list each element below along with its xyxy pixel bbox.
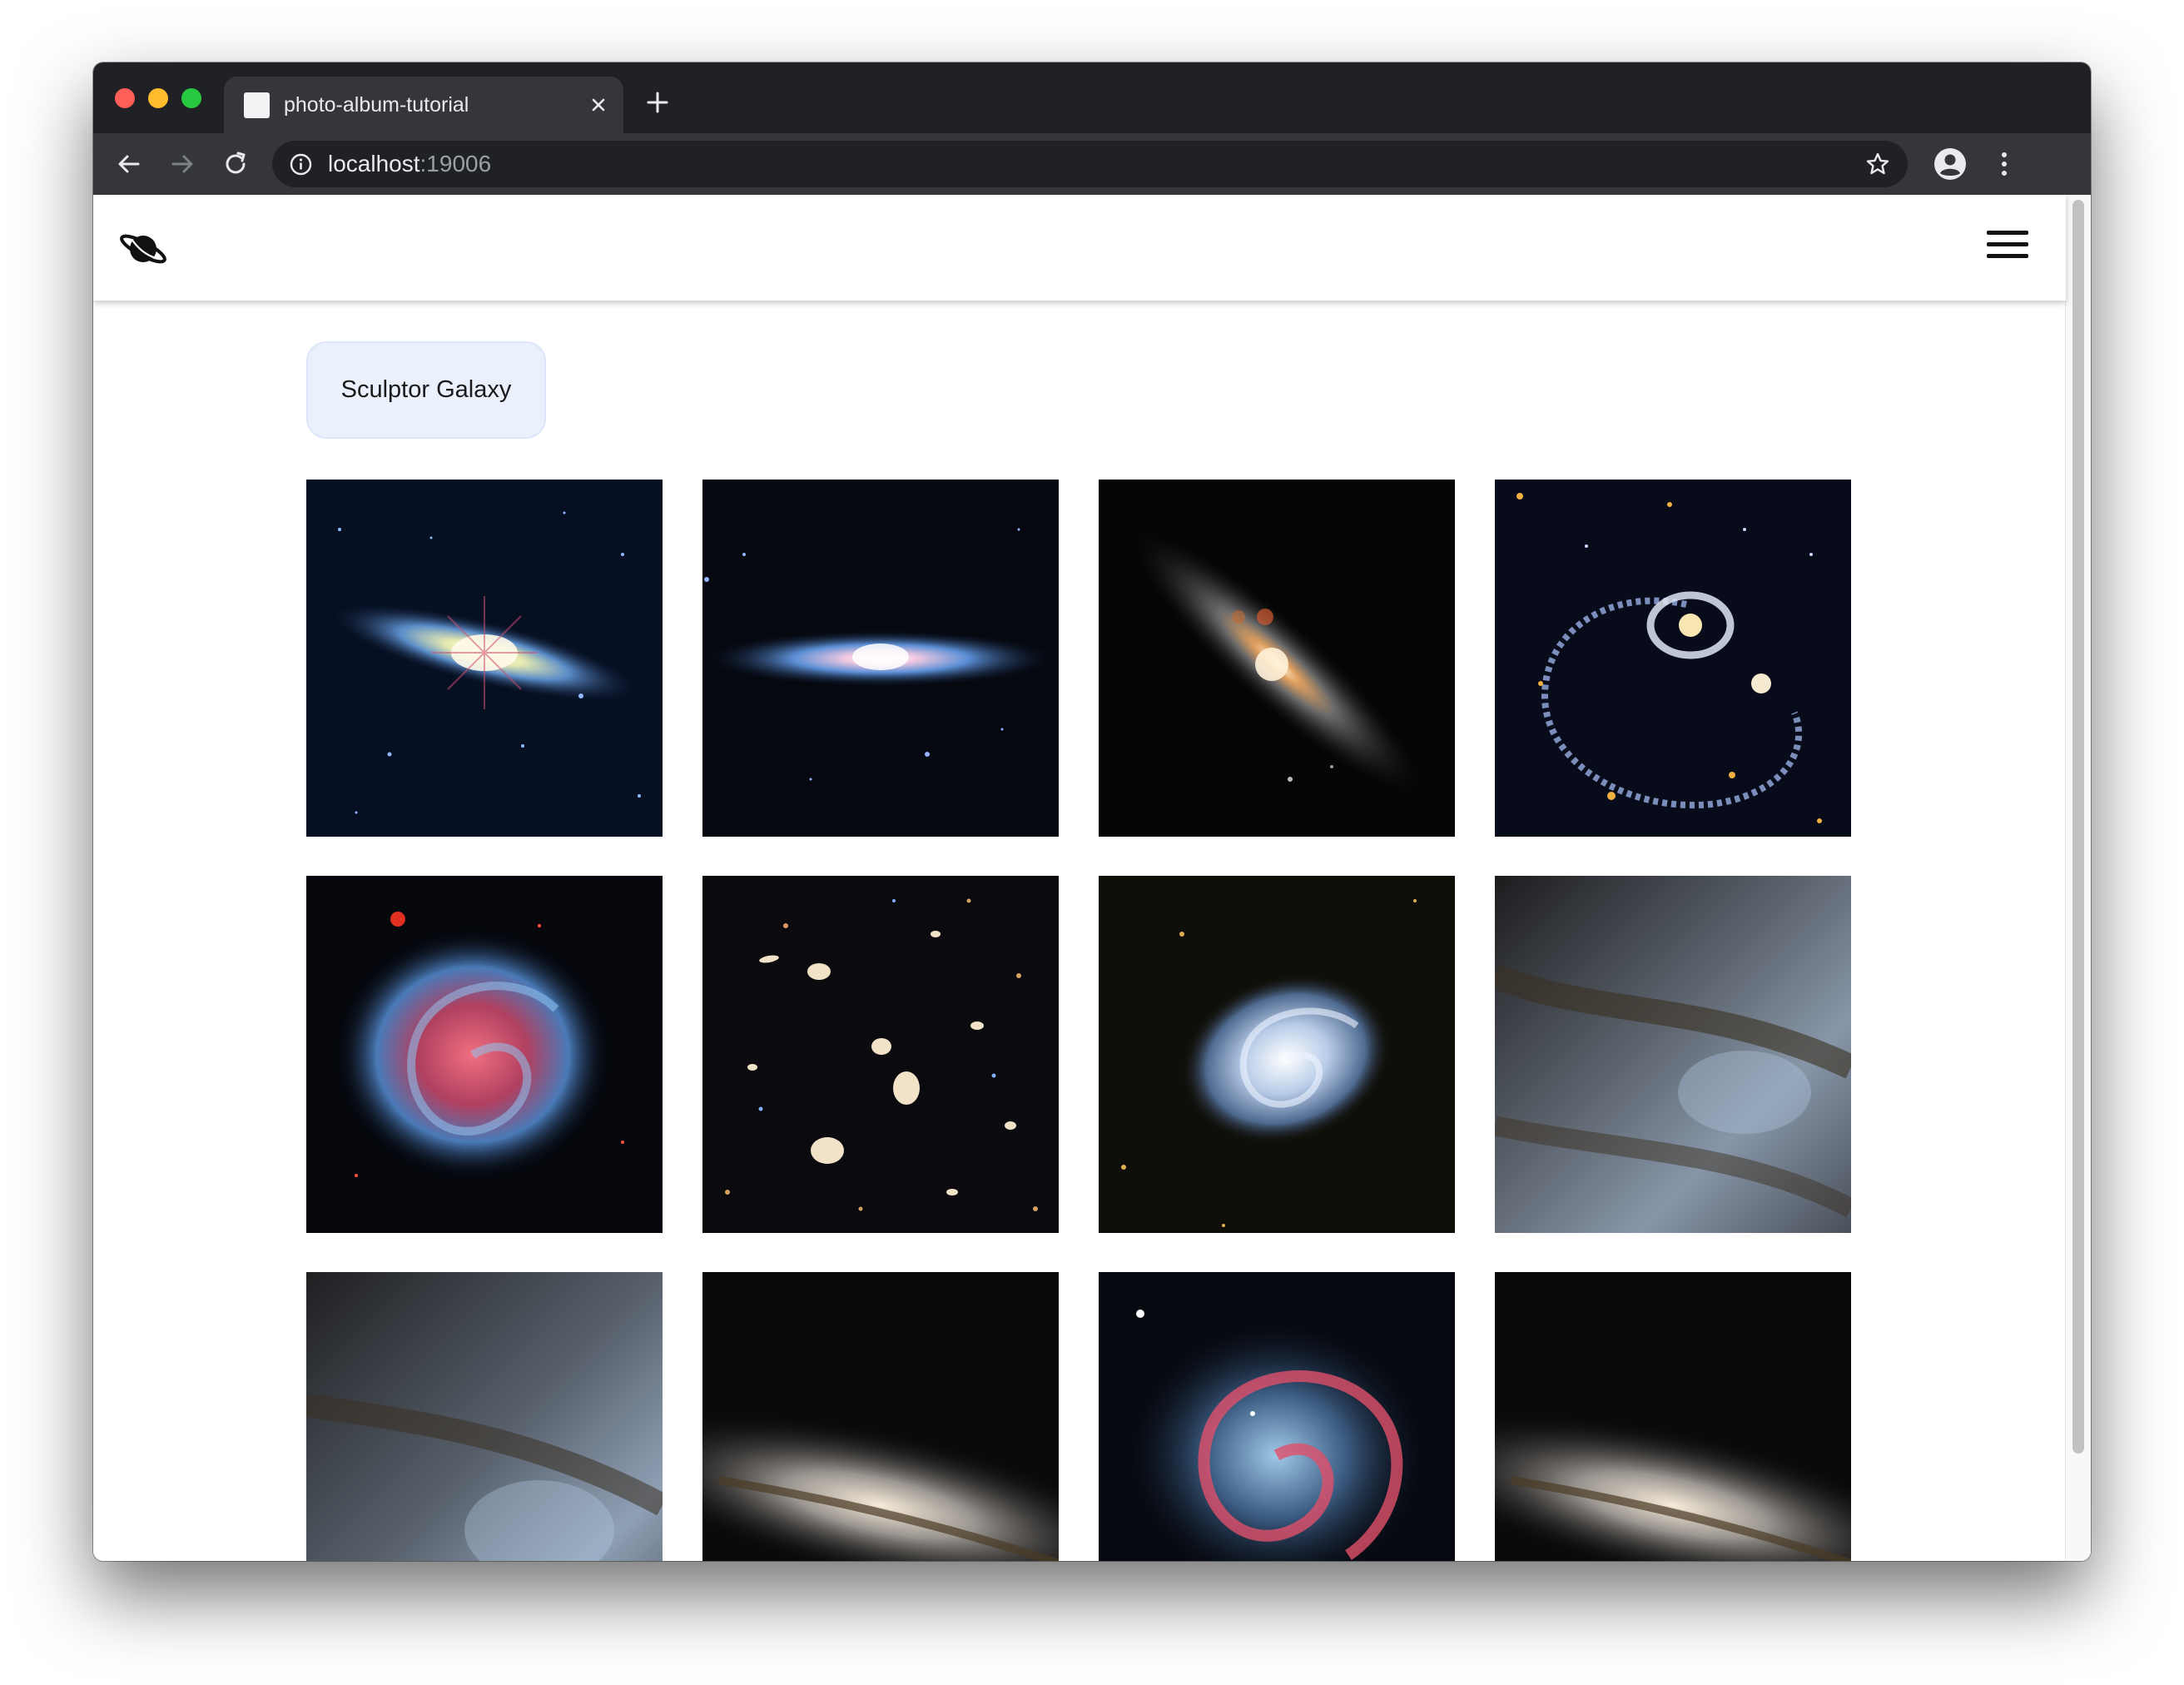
galaxy-image bbox=[306, 876, 663, 1233]
hamburger-menu-icon[interactable] bbox=[1987, 228, 2028, 261]
scrollbar[interactable] bbox=[2065, 195, 2091, 1561]
photo-thumbnail[interactable] bbox=[306, 1272, 663, 1561]
star-icon[interactable] bbox=[1864, 151, 1891, 177]
info-icon[interactable] bbox=[289, 152, 313, 176]
profile-icon[interactable] bbox=[1933, 147, 1968, 181]
galaxy-image bbox=[702, 876, 1059, 1233]
photo-thumbnail[interactable] bbox=[306, 876, 663, 1233]
photo-thumbnail[interactable] bbox=[1099, 480, 1455, 837]
close-window-button[interactable] bbox=[115, 88, 135, 108]
url-host: localhost bbox=[328, 151, 420, 176]
tab-title: photo-album-tutorial bbox=[284, 93, 469, 117]
galaxy-image bbox=[306, 480, 663, 837]
photo-thumbnail[interactable] bbox=[1099, 1272, 1455, 1561]
browser-toolbar: localhost:19006 bbox=[93, 133, 2091, 195]
galaxy-image bbox=[702, 1272, 1059, 1561]
galaxy-image bbox=[1099, 480, 1455, 837]
galaxy-image bbox=[1099, 876, 1455, 1233]
scrollbar-thumb[interactable] bbox=[2072, 200, 2084, 1454]
url-text: localhost:19006 bbox=[328, 151, 491, 177]
minimize-window-button[interactable] bbox=[148, 88, 168, 108]
galaxy-image bbox=[1099, 1272, 1455, 1561]
photo-thumbnail[interactable] bbox=[1099, 876, 1455, 1233]
more-vert-icon[interactable] bbox=[1988, 147, 2021, 181]
photo-thumbnail[interactable] bbox=[1495, 876, 1851, 1233]
album-title-chip[interactable]: Sculptor Galaxy bbox=[306, 341, 546, 439]
url-port: :19006 bbox=[419, 151, 492, 176]
galaxy-image bbox=[1495, 1272, 1851, 1561]
reload-icon[interactable] bbox=[220, 148, 251, 180]
galaxy-image bbox=[306, 1272, 663, 1561]
browser-tab[interactable]: photo-album-tutorial bbox=[224, 77, 623, 133]
galaxy-image bbox=[1495, 876, 1851, 1233]
photo-thumbnail[interactable] bbox=[702, 1272, 1059, 1561]
tab-strip: photo-album-tutorial bbox=[93, 62, 2091, 133]
favicon-icon bbox=[244, 92, 270, 118]
photo-thumbnail[interactable] bbox=[702, 876, 1059, 1233]
arrow-right-icon[interactable] bbox=[166, 148, 198, 180]
photo-thumbnail[interactable] bbox=[1495, 1272, 1851, 1561]
address-bar[interactable]: localhost:19006 bbox=[272, 141, 1908, 187]
galaxy-image bbox=[1495, 480, 1851, 837]
browser-window: photo-album-tutorial localhost:19006 Scu… bbox=[93, 62, 2091, 1561]
page-viewport[interactable]: Sculptor Galaxy bbox=[93, 195, 2091, 1561]
photo-thumbnail[interactable] bbox=[1495, 480, 1851, 837]
maximize-window-button[interactable] bbox=[181, 88, 201, 108]
plus-icon[interactable] bbox=[643, 88, 672, 117]
app-header bbox=[93, 195, 2066, 301]
close-icon[interactable] bbox=[585, 92, 612, 118]
planet-icon[interactable] bbox=[118, 228, 168, 270]
album-title: Sculptor Galaxy bbox=[340, 376, 512, 403]
arrow-left-icon[interactable] bbox=[113, 148, 145, 180]
photo-grid bbox=[306, 480, 1854, 1561]
galaxy-image bbox=[702, 480, 1059, 837]
photo-thumbnail[interactable] bbox=[702, 480, 1059, 837]
photo-thumbnail[interactable] bbox=[306, 480, 663, 837]
